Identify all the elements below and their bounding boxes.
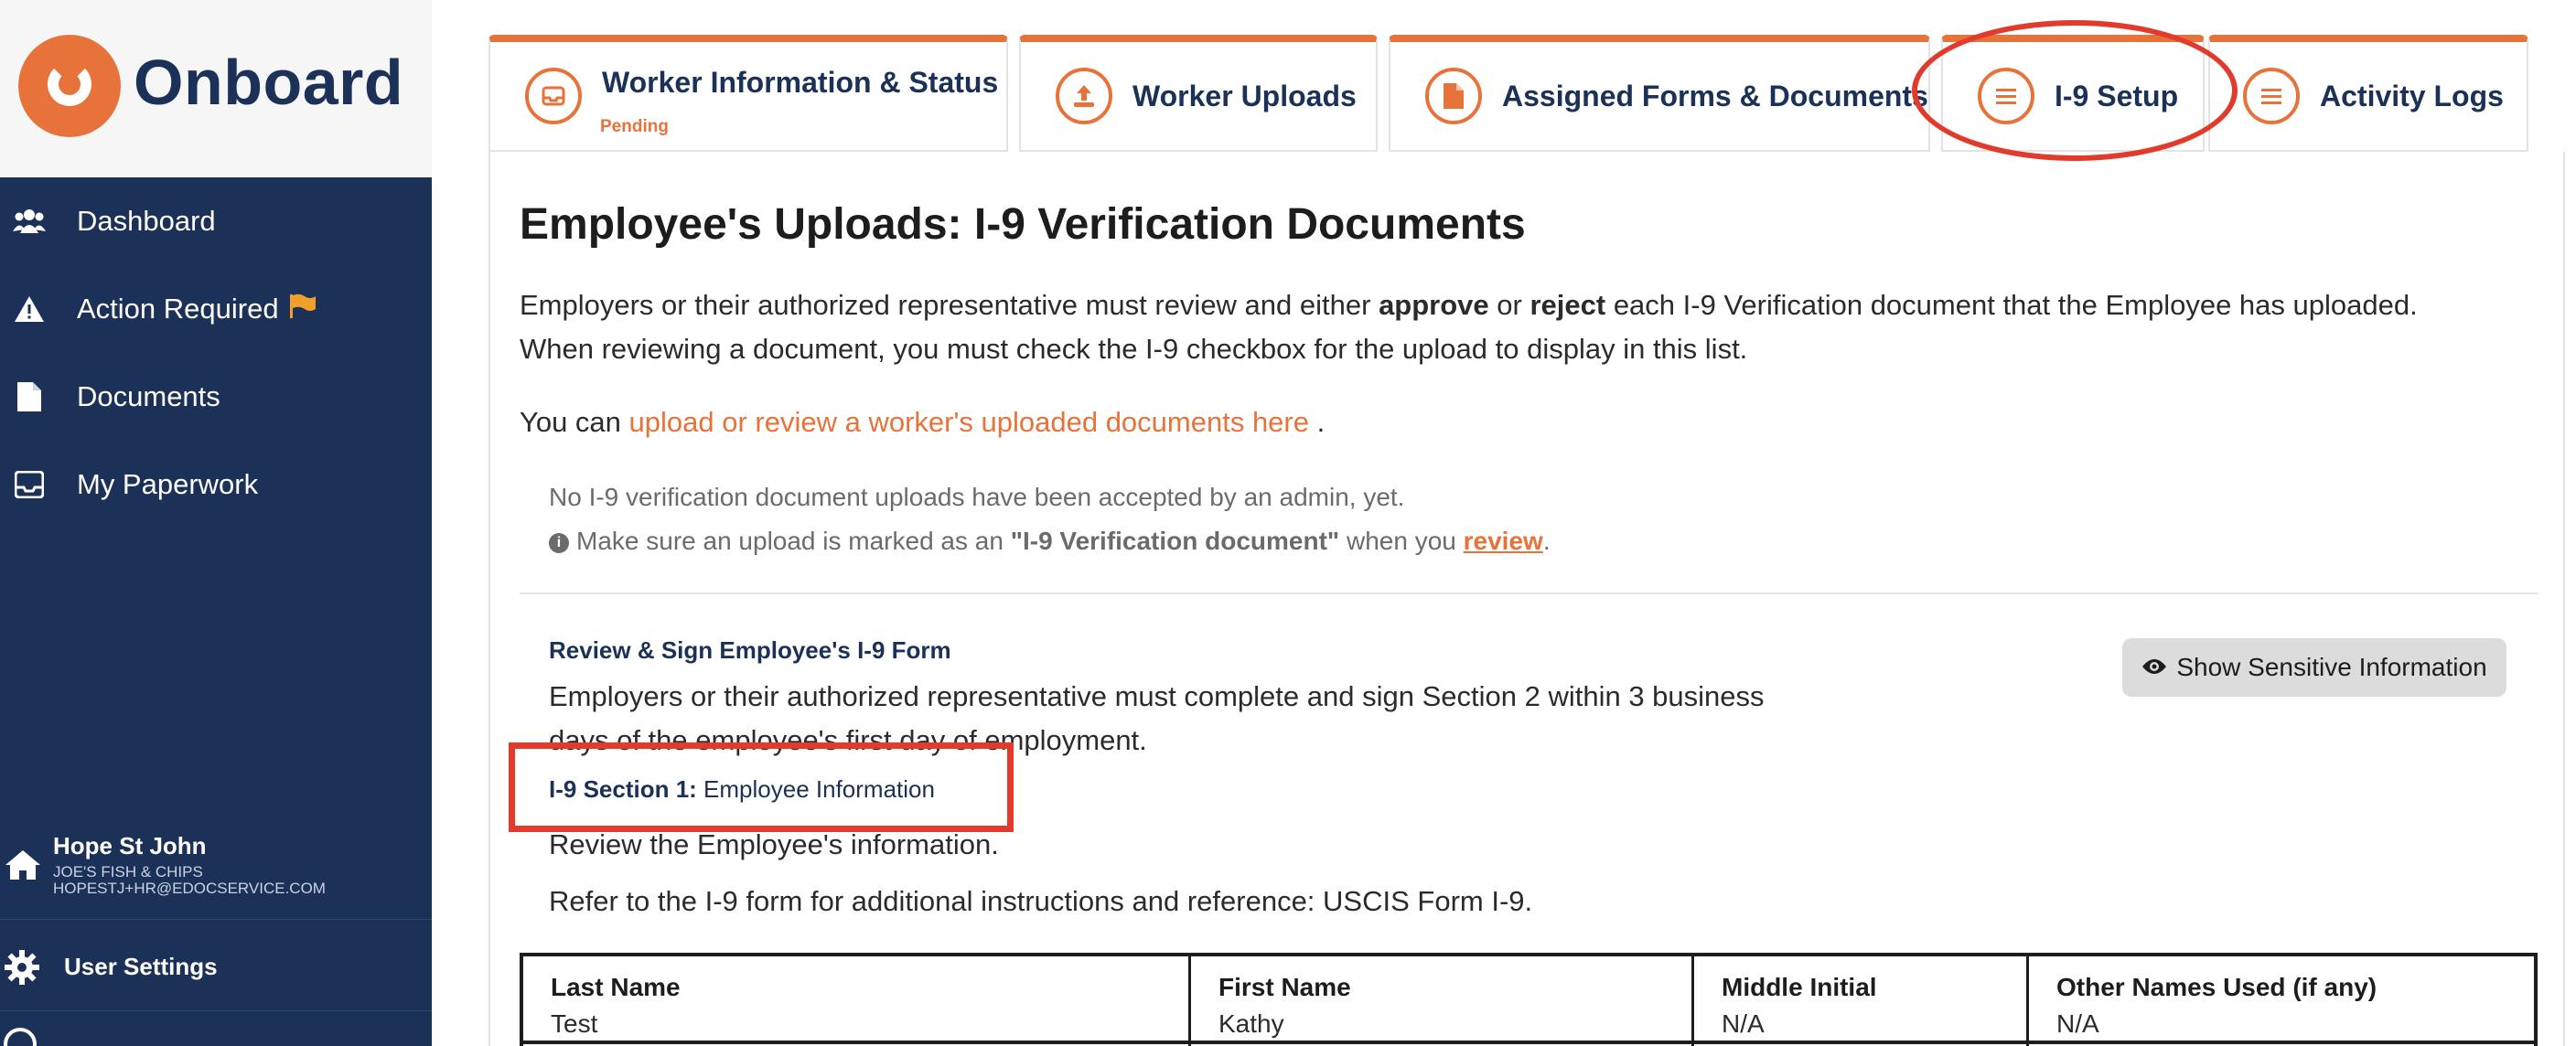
home-icon <box>4 849 42 886</box>
show-sensitive-info-button[interactable]: Show Sensitive Information <box>2122 638 2506 697</box>
cell-value: Kathy <box>1218 1009 1284 1038</box>
intro-line-2: When reviewing a document, you must chec… <box>520 333 1748 365</box>
page-title: Employee's Uploads: I-9 Verification Doc… <box>520 200 1526 249</box>
document-icon <box>13 380 46 413</box>
notice-text: Make sure an upload is marked as an <box>576 527 1011 555</box>
reject-text: reject <box>1530 289 1606 321</box>
tab-activity-logs[interactable]: Activity Logs <box>2208 35 2528 152</box>
approve-text: approve <box>1379 289 1489 321</box>
document-icon <box>1425 68 1482 124</box>
sidebar-item-label: Documents <box>77 380 220 412</box>
button-label: Show Sensitive Information <box>2176 653 2487 681</box>
upload-icon <box>1056 68 1112 124</box>
review-uploads-link[interactable]: or review a worker's uploaded documents … <box>714 406 1309 438</box>
settings-label: User Settings <box>64 953 218 980</box>
tab-assigned-forms[interactable]: Assigned Forms & Documents <box>1389 35 1930 152</box>
notice-text: when you <box>1339 527 1464 555</box>
flag-icon <box>288 293 317 326</box>
help-icon[interactable] <box>4 1028 37 1046</box>
tab-worker-information[interactable]: Worker Information & Status Pending <box>488 35 1008 152</box>
section1-heading-text: Employee Information <box>696 775 935 803</box>
column-header: First Name <box>1218 973 1351 1001</box>
sidebar-item-label: Action Required <box>77 293 279 325</box>
notice-bold: "I-9 Verification document" <box>1010 527 1340 555</box>
gear-icon <box>4 949 40 986</box>
sidebar-item-dashboard[interactable]: Dashboard <box>0 185 432 258</box>
onboard-logo-icon <box>18 35 121 137</box>
upload-link[interactable]: upload <box>629 406 714 438</box>
tab-label: Assigned Forms & Documents <box>1502 79 1928 112</box>
sidebar-item-documents[interactable]: Documents <box>0 360 432 433</box>
eye-icon <box>2141 653 2167 682</box>
section1-text-1: Review the Employee's information. <box>549 828 999 860</box>
notice-line-1: No I-9 verification document uploads hav… <box>549 483 1405 511</box>
tab-label: Worker Information & Status <box>602 65 999 99</box>
review-text-1: Employers or their authorized representa… <box>549 680 1765 712</box>
table-cell-first-name: First Name Kathy <box>1191 956 1694 1046</box>
tab-label: Worker Uploads <box>1132 79 1357 112</box>
cell-value: N/A <box>2056 1009 2099 1038</box>
upload-suffix: . <box>1309 406 1326 438</box>
column-header: Other Names Used (if any) <box>2056 973 2377 1001</box>
user-profile[interactable]: Hope St John JOE'S FISH & CHIPS HOPESTJ+… <box>0 819 432 920</box>
list-icon <box>2243 68 2300 124</box>
user-email: HOPESTJ+HR@EDOCSERVICE.COM <box>53 880 326 897</box>
tab-worker-uploads[interactable]: Worker Uploads <box>1019 35 1378 152</box>
user-settings-link[interactable]: User Settings <box>0 923 432 1011</box>
section1-heading: I-9 Section 1: Employee Information <box>549 775 935 804</box>
notice-line-2: i Make sure an upload is marked as an "I-… <box>549 527 1551 556</box>
sidebar-item-label: My Paperwork <box>77 468 259 500</box>
section1-text-2: Refer to the I-9 form for additional ins… <box>549 885 1533 917</box>
users-icon <box>13 205 46 238</box>
review-sign-heading: Review & Sign Employee's I-9 Form <box>549 636 951 664</box>
sidebar-item-label: Dashboard <box>77 205 216 237</box>
upload-line: You can upload or review a worker's uplo… <box>520 400 1325 444</box>
divider <box>520 592 2538 594</box>
inbox-icon <box>13 468 46 501</box>
tab-label: I-9 Setup <box>2055 79 2179 112</box>
logo-area: Onboard <box>0 0 432 177</box>
intro-text: or <box>1488 289 1530 321</box>
table-row-divider <box>520 1041 2538 1044</box>
cell-value: Test <box>551 1009 598 1038</box>
notice-text: . <box>1542 527 1551 555</box>
section1-heading-bold: I-9 Section 1: <box>549 775 697 803</box>
sidebar: Onboard Dashboard Action Required Docume… <box>0 0 432 1046</box>
review-link[interactable]: review <box>1464 527 1543 555</box>
tab-label: Activity Logs <box>2320 79 2504 112</box>
intro-text: Employers or their authorized representa… <box>520 289 1379 321</box>
upload-prefix: You can <box>520 406 629 438</box>
intro-line-1: Employers or their authorized representa… <box>520 283 2418 327</box>
user-name: Hope St John <box>53 832 207 859</box>
brand-name: Onboard <box>134 47 404 118</box>
user-company: JOE'S FISH & CHIPS <box>53 863 203 881</box>
warning-icon <box>13 293 46 326</box>
info-icon: i <box>549 532 569 553</box>
column-header: Middle Initial <box>1722 973 1877 1001</box>
list-icon <box>1978 68 2034 124</box>
inbox-icon <box>525 68 582 124</box>
review-text-2: days of the employee's first day of empl… <box>549 724 1147 756</box>
status-badge: Pending <box>600 117 669 136</box>
table-cell-last-name: Last Name Test <box>523 956 1191 1046</box>
table-cell-other-names: Other Names Used (if any) N/A <box>2029 956 2534 1046</box>
tab-i9-setup[interactable]: I-9 Setup <box>1941 35 2205 152</box>
sidebar-item-action-required[interactable]: Action Required <box>0 272 432 346</box>
cell-value: N/A <box>1722 1009 1765 1038</box>
employee-info-table: Last Name Test First Name Kathy Middle I… <box>520 953 2538 1046</box>
sidebar-item-my-paperwork[interactable]: My Paperwork <box>0 448 432 521</box>
intro-text: each I-9 Verification document that the … <box>1605 289 2418 321</box>
column-header: Last Name <box>551 973 681 1001</box>
table-cell-middle-initial: Middle Initial N/A <box>1694 956 2029 1046</box>
